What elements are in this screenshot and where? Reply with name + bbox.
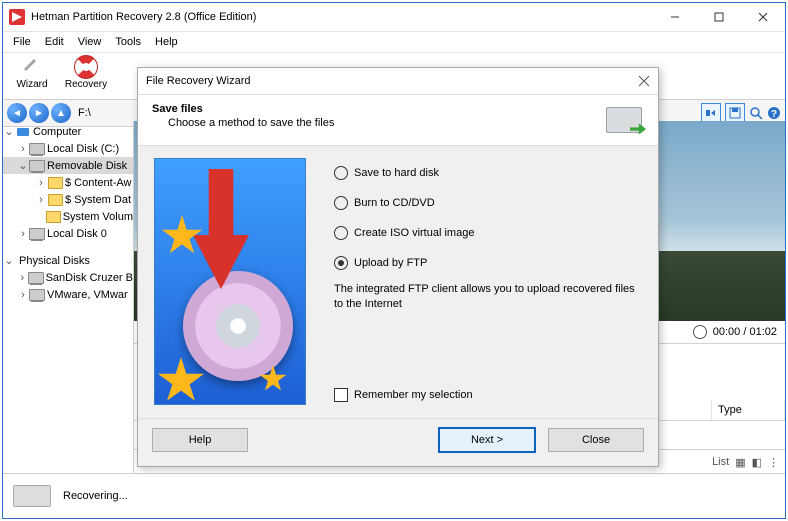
titlebar: Hetman Partition Recovery 2.8 (Office Ed… — [3, 3, 785, 32]
wizard-footer: Help Next > Close — [138, 418, 658, 461]
recovery-button[interactable]: Recovery — [61, 55, 111, 90]
option-label: Burn to CD/DVD — [354, 197, 435, 209]
tree-local-0[interactable]: Local Disk 0 — [47, 228, 107, 240]
lifebuoy-icon — [74, 55, 98, 79]
status-text: Recovering... — [63, 490, 128, 502]
tree-local-c[interactable]: Local Disk (C:) — [47, 143, 119, 155]
menu-tools[interactable]: Tools — [109, 34, 147, 50]
radio-icon — [334, 196, 348, 210]
view-icon-1[interactable]: ▦ — [735, 456, 745, 469]
maximize-button[interactable] — [697, 3, 741, 31]
option-description: The integrated FTP client allows you to … — [334, 282, 642, 312]
wizard-close-button[interactable] — [638, 75, 650, 87]
option-burn-cd-dvd[interactable]: Burn to CD/DVD — [334, 188, 642, 218]
option-create-iso[interactable]: Create ISO virtual image — [334, 218, 642, 248]
menu-file[interactable]: File — [7, 34, 37, 50]
tree-computer[interactable]: Computer — [33, 126, 81, 138]
nav-tool-help[interactable]: ? — [767, 106, 781, 120]
breadcrumb[interactable]: F:\ — [78, 107, 96, 119]
view-mode[interactable]: List — [712, 456, 729, 468]
back-button[interactable]: ◄ — [7, 103, 27, 123]
wizard-button[interactable]: Wizard — [7, 55, 57, 90]
menu-help[interactable]: Help — [149, 34, 184, 50]
option-upload-ftp[interactable]: Upload by FTP — [334, 248, 642, 278]
up-button[interactable]: ▲ — [51, 103, 71, 123]
window-title: Hetman Partition Recovery 2.8 (Office Ed… — [31, 11, 653, 23]
recovery-label: Recovery — [65, 79, 107, 90]
wand-icon — [22, 57, 42, 77]
play-button[interactable] — [693, 325, 707, 339]
nav-tool-search[interactable] — [749, 106, 763, 120]
wizard-subheading: Choose a method to save the files — [152, 117, 602, 129]
menu-view[interactable]: View — [72, 34, 108, 50]
tree-removable[interactable]: Removable Disk — [47, 160, 127, 172]
forward-button[interactable]: ► — [29, 103, 49, 123]
minimize-button[interactable] — [653, 3, 697, 31]
tree-content-aw[interactable]: $ Content-Aw — [65, 177, 131, 189]
help-button[interactable]: Help — [152, 428, 248, 452]
main-window: Hetman Partition Recovery 2.8 (Office Ed… — [2, 2, 786, 519]
option-label: Create ISO virtual image — [354, 227, 474, 239]
checkbox-icon — [334, 388, 348, 402]
wizard-artwork — [154, 158, 306, 405]
tree-system-dat[interactable]: $ System Dat — [65, 194, 131, 206]
folder-tree[interactable]: ⌄Computer ›Local Disk (C:) ⌄Removable Di… — [3, 121, 134, 474]
tree-vmware[interactable]: VMware, VMwar — [47, 289, 128, 301]
playback-time: 00:00 / 01:02 — [713, 326, 777, 338]
remember-selection[interactable]: Remember my selection — [334, 388, 642, 402]
file-recovery-wizard: File Recovery Wizard Save files Choose a… — [137, 67, 659, 467]
radio-icon — [334, 256, 348, 270]
next-button[interactable]: Next > — [438, 427, 536, 453]
radio-icon — [334, 166, 348, 180]
wizard-close-footer-button[interactable]: Close — [548, 428, 644, 452]
view-icon-3[interactable]: ⋮ — [768, 456, 779, 469]
tree-system-vol[interactable]: System Volum — [63, 211, 133, 223]
nav-tool-save[interactable] — [725, 103, 745, 123]
radio-icon — [334, 226, 348, 240]
tree-physical[interactable]: Physical Disks — [19, 255, 90, 267]
option-label: Save to hard disk — [354, 167, 439, 179]
wizard-label: Wizard — [16, 79, 47, 90]
wizard-header: Save files Choose a method to save the f… — [138, 95, 658, 146]
option-label: Upload by FTP — [354, 257, 427, 269]
wizard-title: File Recovery Wizard — [146, 75, 638, 87]
menu-edit[interactable]: Edit — [39, 34, 70, 50]
app-logo-icon — [9, 9, 25, 25]
save-folder-icon — [602, 103, 644, 135]
menubar: File Edit View Tools Help — [3, 32, 785, 53]
nav-tool-1[interactable] — [701, 103, 721, 123]
tree-sandisk[interactable]: SanDisk Cruzer B — [46, 272, 133, 284]
view-icon-2[interactable]: ◧ — [752, 456, 762, 469]
col-type[interactable]: Type — [712, 400, 785, 420]
wizard-titlebar: File Recovery Wizard — [138, 68, 658, 95]
drive-icon — [13, 485, 51, 507]
option-save-hard-disk[interactable]: Save to hard disk — [334, 158, 642, 188]
status-bar: Recovering... — [3, 473, 785, 518]
remember-label: Remember my selection — [354, 389, 473, 401]
svg-text:?: ? — [771, 109, 777, 120]
wizard-heading: Save files — [152, 103, 602, 115]
close-button[interactable] — [741, 3, 785, 31]
